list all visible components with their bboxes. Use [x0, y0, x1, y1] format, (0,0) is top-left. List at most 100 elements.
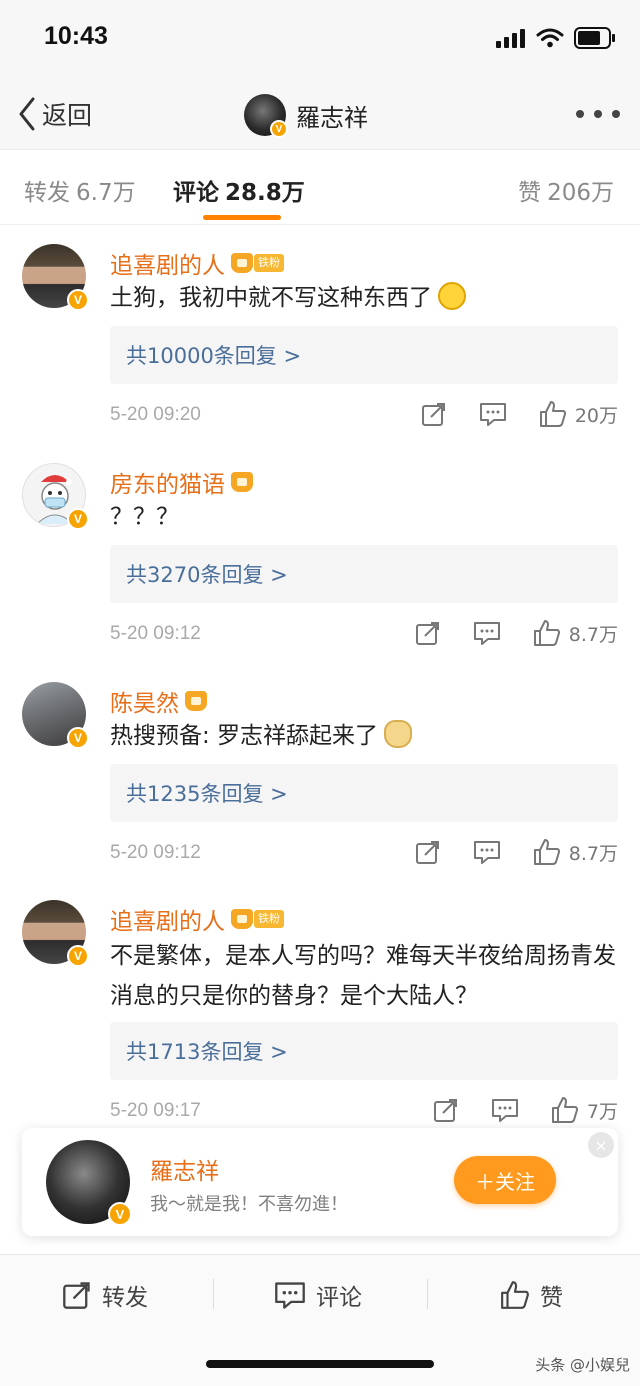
comment-time: 5-20 09:17	[110, 1100, 201, 1121]
avatar[interactable]: V	[22, 244, 89, 311]
thumbs-up-icon	[533, 620, 560, 646]
nav-title: 羅志祥	[296, 103, 368, 132]
fan-crown-icon: 铁粉	[231, 908, 284, 930]
nav-title-area[interactable]: V 羅志祥	[244, 92, 368, 138]
tab-like[interactable]: 赞 206万	[518, 173, 614, 207]
signal-icon	[496, 29, 525, 48]
dot	[576, 110, 584, 118]
fan-crown-icon	[231, 471, 253, 493]
like-button[interactable]: 8.7万	[533, 838, 618, 866]
reply-button[interactable]	[491, 1097, 519, 1123]
share-button[interactable]	[415, 839, 441, 865]
tab-comment-label: 评论	[173, 180, 219, 206]
crown-icon	[231, 472, 253, 492]
share-icon	[415, 622, 439, 645]
comment-text: 不是繁体，是本人写的吗？难每天半夜给周扬青发消息的只是你的替身？是个大陆人？	[110, 943, 616, 1009]
comment-actions: 7万	[433, 1096, 618, 1124]
forward-label: 转发	[102, 1285, 148, 1311]
comment-username[interactable]: 追喜剧的人 铁粉	[110, 902, 284, 936]
replies-text: 共1235条回复 >	[126, 782, 288, 806]
like-count: 8.7万	[568, 623, 618, 646]
tab-forward-count: 6.7万	[76, 180, 136, 206]
status-time: 10:43	[44, 22, 108, 50]
tab-comment[interactable]: 评论 28.8万	[173, 173, 305, 207]
comment-username[interactable]: 房东的猫语	[110, 465, 253, 499]
forward-button[interactable]: 转发	[62, 1277, 148, 1313]
profile-bio: 我～就是我！不喜勿進！	[150, 1194, 348, 1215]
username-text: 追喜剧的人	[110, 909, 225, 935]
tab-like-count: 206万	[547, 180, 614, 206]
tab-forward[interactable]: 转发 6.7万	[24, 173, 136, 207]
username-text: 追喜剧的人	[110, 253, 225, 279]
tab-bar: 转发 6.7万 评论 28.8万 赞 206万	[0, 151, 640, 225]
like-count: 20万	[574, 404, 618, 427]
verified-icon: V	[108, 1202, 132, 1226]
tab-forward-label: 转发	[24, 180, 70, 206]
comment-icon	[479, 403, 506, 426]
comment-username[interactable]: 追喜剧的人 铁粉	[110, 246, 284, 280]
reply-button[interactable]	[473, 839, 501, 865]
status-icons	[496, 26, 616, 50]
comment-time: 5-20 09:12	[110, 842, 201, 863]
nav-avatar[interactable]: V	[244, 94, 288, 138]
replies-link[interactable]: 共1713条回复 >	[110, 1022, 618, 1080]
comment-time: 5-20 09:12	[110, 623, 201, 644]
replies-link[interactable]: 共10000条回复 >	[110, 326, 618, 384]
avatar[interactable]: V	[22, 682, 89, 749]
follow-button[interactable]: ＋关注	[454, 1156, 556, 1204]
replies-link[interactable]: 共3270条回复 >	[110, 545, 618, 603]
profile-follow-card: × V 羅志祥 我～就是我！不喜勿進！ ＋关注	[22, 1128, 618, 1236]
battery-icon	[574, 27, 615, 49]
like-count: 8.7万	[568, 842, 618, 865]
comment-text: 土狗，我初中就不写这种东西了	[110, 278, 620, 318]
thumbs-up-icon	[501, 1281, 529, 1309]
comment-text-body: 热搜预备: 罗志祥舔起来了	[110, 723, 379, 749]
divider	[213, 1279, 214, 1309]
share-icon	[63, 1282, 90, 1309]
share-icon	[421, 403, 445, 426]
status-bar: 10:43	[0, 0, 640, 80]
close-icon[interactable]: ×	[588, 1132, 614, 1158]
avatar[interactable]: V	[22, 463, 89, 530]
profile-avatar[interactable]: V	[46, 1140, 132, 1226]
active-tab-indicator	[203, 215, 281, 220]
back-button[interactable]: 返回	[18, 94, 92, 134]
verified-icon: V	[270, 120, 288, 138]
comment-button[interactable]: 评论	[274, 1277, 362, 1313]
crown-icon	[185, 691, 207, 711]
share-button[interactable]	[421, 401, 447, 427]
replies-text: 共10000条回复 >	[126, 344, 302, 368]
thumbs-up-icon	[551, 1097, 578, 1123]
fan-crown-icon	[185, 690, 207, 712]
share-button[interactable]	[415, 620, 441, 646]
avatar[interactable]: V	[22, 900, 89, 967]
verified-icon: V	[67, 727, 89, 749]
divider	[427, 1279, 428, 1309]
chevron-left-icon	[19, 97, 35, 131]
reply-button[interactable]	[479, 401, 507, 427]
tab-like-label: 赞	[518, 180, 542, 206]
comment-label: 评论	[316, 1285, 362, 1311]
thumbs-up-icon	[539, 401, 566, 427]
share-button[interactable]	[433, 1097, 459, 1123]
crown-icon	[231, 253, 253, 273]
fan-crown-icon: 铁粉	[231, 252, 284, 274]
like-button[interactable]: 8.7万	[533, 619, 618, 647]
more-options-icon[interactable]	[576, 102, 620, 126]
username-text: 陈昊然	[110, 691, 179, 717]
replies-link[interactable]: 共1235条回复 >	[110, 764, 618, 822]
comment-actions: 8.7万	[415, 619, 618, 647]
back-label: 返回	[42, 101, 93, 130]
comment-time: 5-20 09:20	[110, 404, 201, 425]
like-button[interactable]: 7万	[551, 1096, 618, 1124]
verified-icon: V	[67, 945, 89, 967]
username-text: 房东的猫语	[110, 472, 225, 498]
home-indicator[interactable]	[206, 1360, 434, 1368]
like-button[interactable]: 20万	[539, 400, 618, 428]
like-button[interactable]: 赞	[500, 1277, 563, 1313]
comment-username[interactable]: 陈昊然	[110, 684, 207, 718]
wifi-icon	[536, 28, 564, 48]
profile-name[interactable]: 羅志祥	[150, 1152, 219, 1186]
like-label: 赞	[540, 1285, 563, 1311]
reply-button[interactable]	[473, 620, 501, 646]
